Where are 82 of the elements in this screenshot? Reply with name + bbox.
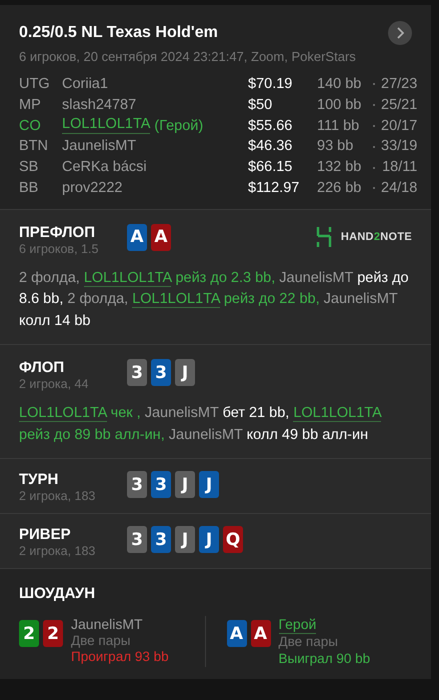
stack-amount: $50 <box>248 96 274 115</box>
street-title: ФЛОП <box>19 359 66 376</box>
action-log: 2 фолда, LOL1LOL1TA рейз до 2.3 bb, JaunelisMT рейз до 8.6 bb, 2 фолда, LOL1LOL1TA рейз до 22 bb, JaunelisMT колл 14 bb <box>19 268 410 331</box>
playing-card: 2 <box>43 620 63 648</box>
playing-card: Q <box>223 526 243 554</box>
street-info: 2 игрока, 183 <box>19 544 96 558</box>
player-stats: 33/19 <box>381 137 418 156</box>
chevron-right-icon <box>396 27 404 39</box>
street-title: ПРЕФЛОП <box>19 224 96 241</box>
hand-title: 0.25/0.5 NL Texas Hold'em <box>19 24 218 42</box>
separator-dot <box>373 166 375 169</box>
player-name: CeRKa bácsi <box>62 158 147 178</box>
player-name: Coriia1 <box>62 75 108 94</box>
action-log: LOL1LOL1TA чек , JaunelisMT бет 21 bb, LOL1LOL1TA рейз до 89 bb алл-ин, JaunelisMT колл 49 bb алл-ин <box>19 404 383 445</box>
position-label: UTG <box>19 75 51 94</box>
logo-text: HAND2NOTE <box>340 230 412 243</box>
logo-icon <box>316 226 332 248</box>
stack-amount: $70.19 <box>248 75 294 94</box>
player-name-link[interactable]: LOL1LOL1TA <box>293 405 381 422</box>
playing-card: 3 <box>127 359 147 386</box>
result-text: Выиграл 90 bb <box>278 650 370 668</box>
player-stats: 24/18 <box>381 178 418 198</box>
player-name-link[interactable]: LOL1LOL1TA <box>132 291 220 308</box>
playing-card: J <box>199 471 219 498</box>
stack-bb: 226 bb <box>317 178 362 198</box>
playing-card: 3 <box>151 526 171 554</box>
separator-dot <box>373 146 375 148</box>
position-label: CO <box>19 116 42 136</box>
playing-card: A <box>226 620 246 648</box>
player-name-link[interactable]: LOL1LOL1TA <box>19 405 107 422</box>
playing-card: 3 <box>127 526 147 554</box>
playing-card: J <box>175 526 195 554</box>
stack-bb: 132 bb <box>317 158 362 178</box>
stack-amount: $55.66 <box>248 116 294 136</box>
playing-card: 3 <box>151 359 171 386</box>
stack-bb: 140 bb <box>317 75 362 94</box>
separator-dot <box>373 104 375 106</box>
hero-tag: (Герой) <box>154 116 204 136</box>
showdown-title: ШОУДАУН <box>19 585 96 602</box>
stack-bb: 100 bb <box>317 96 362 115</box>
player-name: JaunelisMT <box>62 137 136 156</box>
player-stats: 20/17 <box>381 116 418 136</box>
player-name: JaunelisMT <box>71 616 143 633</box>
stack-bb: 111 bb <box>317 116 360 136</box>
separator-dot <box>373 83 375 86</box>
player-name-link[interactable]: Герой <box>278 616 316 634</box>
player-stats: 25/21 <box>381 96 418 115</box>
playing-card: A <box>127 224 147 251</box>
playing-card: J <box>175 359 195 386</box>
player-name-link[interactable]: LOL1LOL1TA <box>62 116 150 134</box>
playing-card: J <box>199 526 219 554</box>
hand-info: 6 игроков, 20 сентября 2024 23:21:47, Zoom, PokerStars <box>19 49 357 64</box>
playing-card: A <box>250 620 270 648</box>
next-button[interactable] <box>388 21 412 45</box>
stack-amount: $112.97 <box>248 178 300 198</box>
position-label: SB <box>19 158 40 178</box>
player-name: slash24787 <box>62 96 136 115</box>
hand-rank: Две пары <box>71 632 130 650</box>
player-stats: 18/11 <box>381 158 418 178</box>
street-title: ТУРН <box>19 471 60 488</box>
playing-card: 3 <box>127 471 147 498</box>
street-info: 2 игрока, 44 <box>19 377 90 392</box>
playing-card: 3 <box>151 471 171 498</box>
playing-card: J <box>175 471 195 498</box>
position-label: MP <box>19 96 42 115</box>
playing-card: 2 <box>19 620 39 648</box>
result-text: Проиграл 93 bb <box>71 649 169 666</box>
stack-bb: 93 bb <box>317 137 354 156</box>
street-info: 2 игрока, 183 <box>19 489 96 504</box>
player-name-link[interactable]: LOL1LOL1TA <box>84 270 172 287</box>
playing-card: A <box>151 224 171 251</box>
stack-amount: $46.36 <box>248 137 294 156</box>
street-info: 6 игроков, 1.5 <box>19 242 100 256</box>
player-name: prov2222 <box>62 178 122 198</box>
street-title: РИВЕР <box>19 526 72 544</box>
player-stats: 27/23 <box>381 75 418 94</box>
separator-dot <box>373 124 375 127</box>
position-label: BTN <box>19 137 49 156</box>
position-label: BB <box>19 178 40 198</box>
stack-amount: $66.15 <box>248 158 294 178</box>
hand-rank: Две пары <box>278 634 338 651</box>
separator-dot <box>373 187 375 190</box>
